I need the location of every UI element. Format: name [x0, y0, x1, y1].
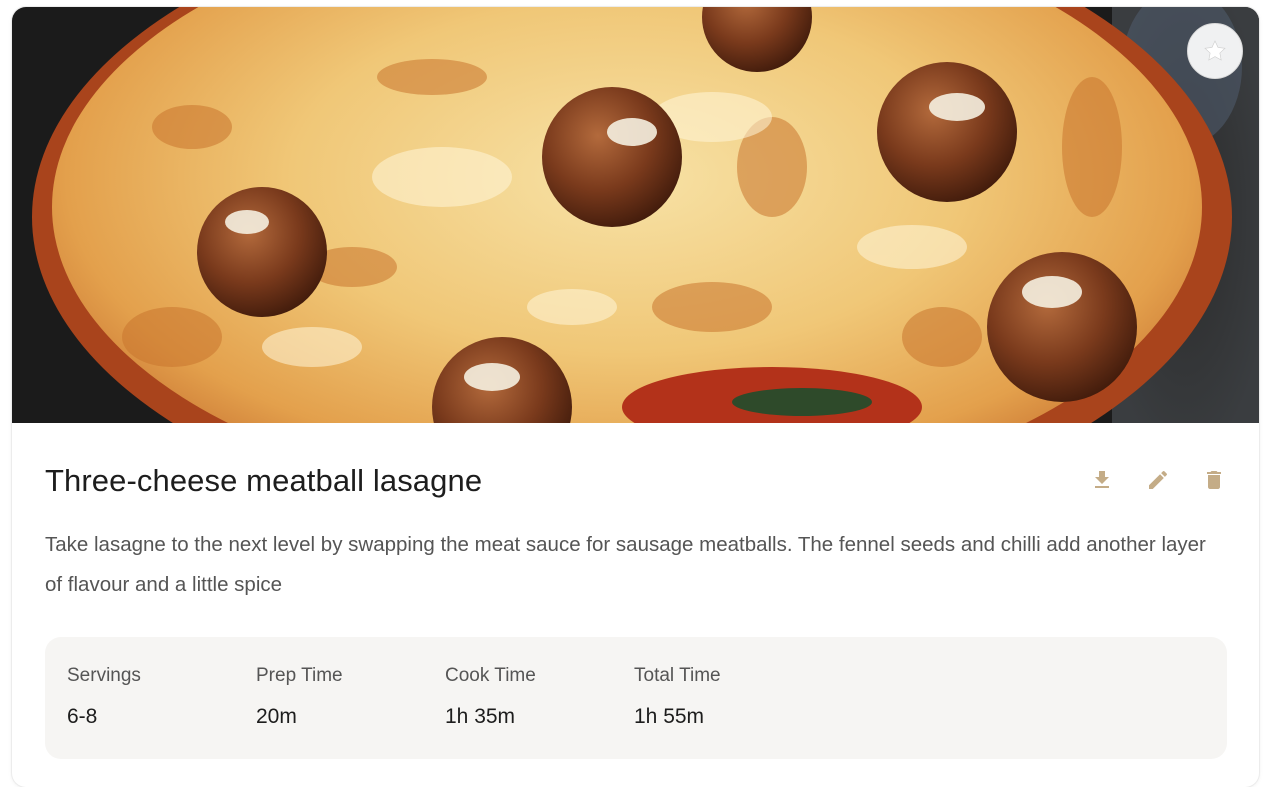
stat-label: Prep Time — [256, 665, 343, 686]
star-icon — [1204, 40, 1226, 61]
recipe-stats: Servings 6-8 Prep Time 20m Cook Time 1h … — [45, 637, 1227, 759]
recipe-card: Three-cheese meatball lasagne Take lasag… — [12, 7, 1259, 787]
trash-icon — [1207, 471, 1221, 489]
stat-label: Cook Time — [445, 665, 536, 686]
stat-servings: Servings 6-8 — [67, 665, 141, 729]
edit-button[interactable] — [1145, 467, 1171, 493]
recipe-title: Three-cheese meatball lasagne — [45, 463, 483, 498]
stat-prep-time: Prep Time 20m — [256, 665, 343, 729]
stat-value: 1h 35m — [445, 705, 516, 728]
pencil-icon — [1149, 470, 1168, 489]
title-row: Three-cheese meatball lasagne — [45, 423, 1227, 533]
recipe-actions — [1089, 467, 1227, 493]
recipe-description: Take lasagne to the next level by swappi… — [45, 533, 1206, 596]
stat-label: Total Time — [634, 665, 721, 686]
lasagne-photo — [12, 7, 1259, 423]
stat-total-time: Total Time 1h 55m — [634, 665, 721, 729]
favorite-button[interactable] — [1187, 23, 1243, 79]
recipe-image — [12, 7, 1259, 423]
download-button[interactable] — [1089, 467, 1115, 493]
stat-value: 6-8 — [67, 705, 98, 728]
stat-value: 1h 55m — [634, 705, 705, 728]
stat-cook-time: Cook Time 1h 35m — [445, 665, 536, 729]
download-icon — [1095, 471, 1109, 488]
stat-value: 20m — [256, 705, 297, 728]
delete-button[interactable] — [1201, 467, 1227, 493]
stat-label: Servings — [67, 665, 141, 686]
recipe-details: Three-cheese meatball lasagne Take lasag… — [45, 423, 1227, 759]
